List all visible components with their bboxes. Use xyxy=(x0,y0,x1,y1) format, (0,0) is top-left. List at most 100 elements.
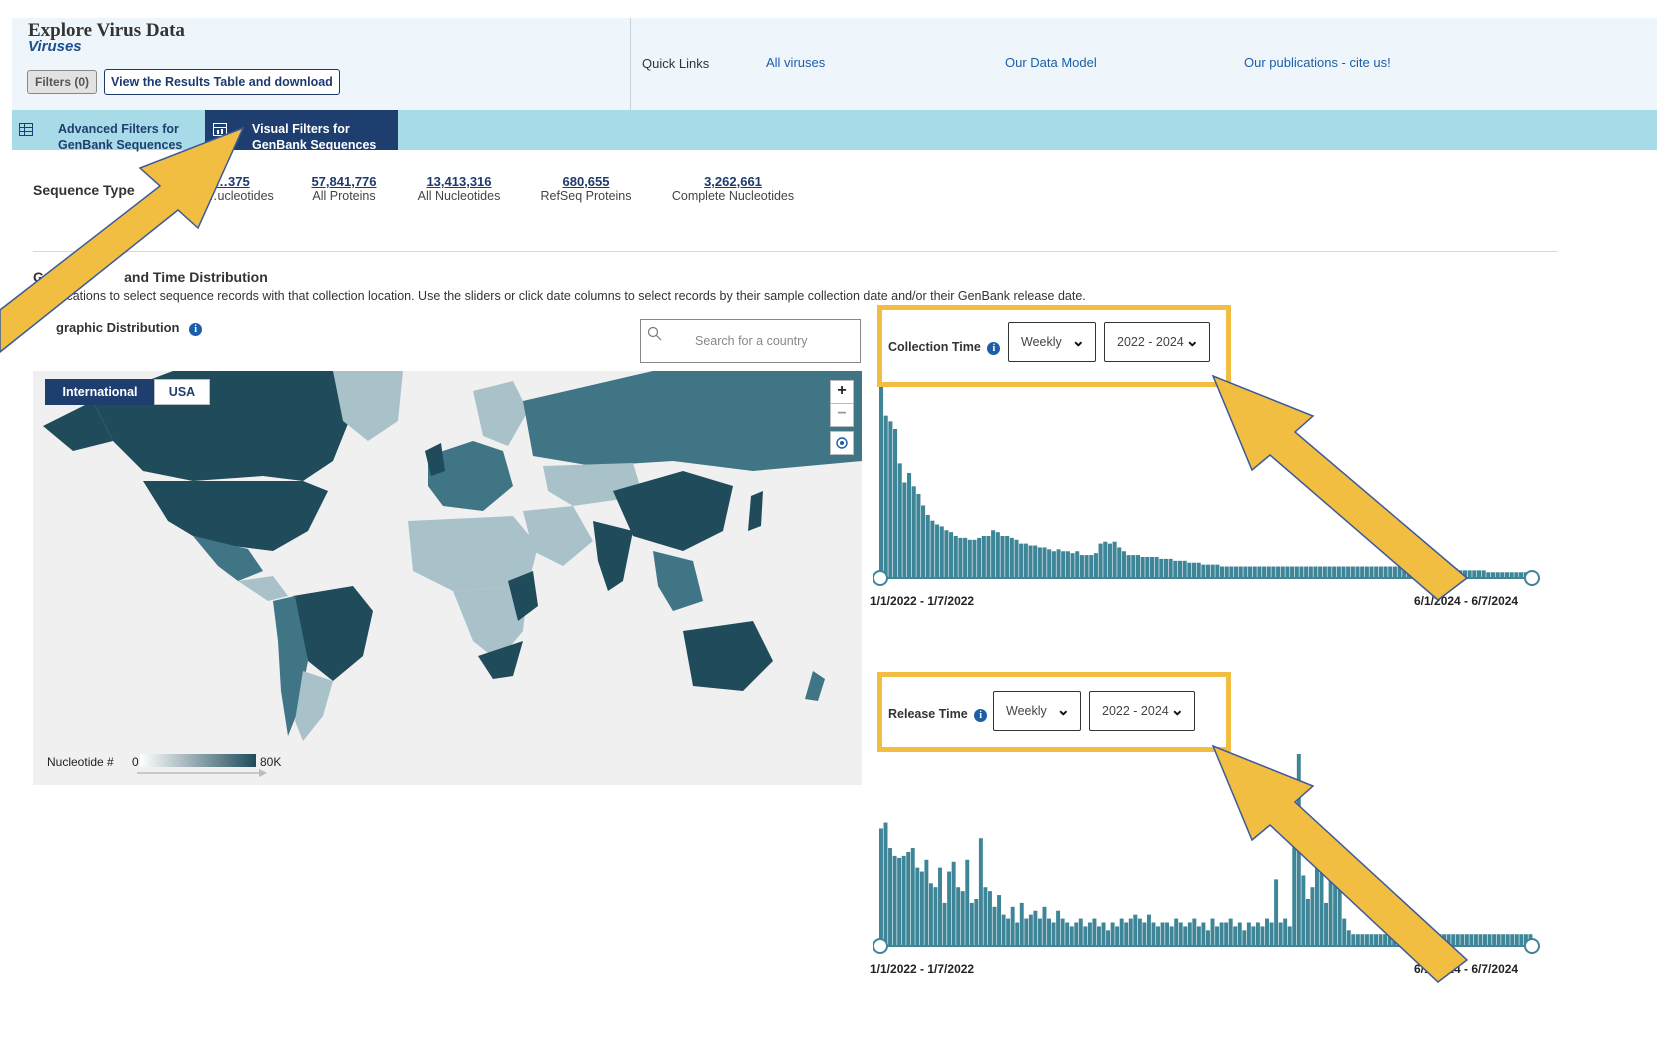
histogram-bar[interactable] xyxy=(1383,934,1388,946)
map-tab-international[interactable]: International xyxy=(45,379,155,405)
histogram-bar[interactable] xyxy=(1001,914,1006,946)
histogram-bar[interactable] xyxy=(921,505,926,578)
histogram-bar[interactable] xyxy=(1124,922,1129,946)
histogram-bar[interactable] xyxy=(1140,556,1145,578)
histogram-bar[interactable] xyxy=(1360,934,1365,946)
histogram-bar[interactable] xyxy=(1010,906,1015,946)
histogram-bar[interactable] xyxy=(1084,555,1089,578)
histogram-bar[interactable] xyxy=(1005,535,1010,578)
histogram-bar[interactable] xyxy=(1496,934,1501,946)
histogram-bar[interactable] xyxy=(1037,547,1042,578)
histogram-bar[interactable] xyxy=(1219,922,1224,946)
histogram-bar[interactable] xyxy=(897,463,902,578)
histogram-bar[interactable] xyxy=(992,906,997,946)
histogram-bar[interactable] xyxy=(1252,566,1257,578)
histogram-bar[interactable] xyxy=(958,537,963,578)
collection-time-chart[interactable] xyxy=(873,385,1543,590)
histogram-bar[interactable] xyxy=(1478,934,1483,946)
locate-button[interactable] xyxy=(830,431,854,455)
histogram-bar[interactable] xyxy=(1098,543,1103,578)
histogram-bar[interactable] xyxy=(1137,918,1142,946)
histogram-bar[interactable] xyxy=(925,514,930,578)
histogram-bar[interactable] xyxy=(915,867,920,946)
histogram-bar[interactable] xyxy=(1308,566,1313,578)
histogram-bar[interactable] xyxy=(901,855,906,946)
histogram-bar[interactable] xyxy=(1224,922,1229,946)
histogram-bar[interactable] xyxy=(1215,926,1220,946)
histogram-bar[interactable] xyxy=(1023,543,1028,578)
histogram-bar[interactable] xyxy=(1033,545,1038,578)
histogram-bar[interactable] xyxy=(1387,934,1392,946)
filters-button[interactable]: Filters (0) xyxy=(27,70,98,94)
histogram-bar[interactable] xyxy=(1173,560,1178,578)
histogram-bar[interactable] xyxy=(1473,934,1478,946)
histogram-bar[interactable] xyxy=(1337,875,1342,946)
histogram-bar[interactable] xyxy=(949,532,954,578)
histogram-bar[interactable] xyxy=(1364,934,1369,946)
histogram-bar[interactable] xyxy=(1271,566,1276,578)
histogram-bar[interactable] xyxy=(1019,543,1024,578)
histogram-bar[interactable] xyxy=(1260,926,1265,946)
histogram-bar[interactable] xyxy=(1142,922,1147,946)
histogram-bar[interactable] xyxy=(1238,566,1243,578)
histogram-bar[interactable] xyxy=(1397,566,1402,578)
histogram-bar[interactable] xyxy=(1160,922,1165,946)
histogram-bar[interactable] xyxy=(1047,918,1051,946)
histogram-bar[interactable] xyxy=(1414,934,1419,946)
histogram-bar[interactable] xyxy=(1087,922,1092,946)
histogram-bar[interactable] xyxy=(1360,566,1365,578)
histogram-bar[interactable] xyxy=(1448,568,1453,578)
release-range-select[interactable]: 2022 - 2024 ⌄ xyxy=(1089,691,1195,731)
histogram-bar[interactable] xyxy=(1083,926,1088,946)
histogram-bar[interactable] xyxy=(1246,922,1251,946)
histogram-bar[interactable] xyxy=(1206,930,1210,946)
histogram-bar[interactable] xyxy=(1301,875,1306,946)
histogram-bar[interactable] xyxy=(1069,926,1074,946)
histogram-bar[interactable] xyxy=(983,887,988,946)
histogram-bar[interactable] xyxy=(1192,918,1197,946)
histogram-bar[interactable] xyxy=(1369,566,1374,578)
histogram-bar[interactable] xyxy=(1060,918,1065,946)
histogram-bar[interactable] xyxy=(951,861,956,946)
histogram-bar[interactable] xyxy=(956,887,961,946)
histogram-bar[interactable] xyxy=(1369,934,1374,946)
sequence-type-item[interactable]: 3,262,661 Complete Nucleotides xyxy=(666,174,800,203)
histogram-bar[interactable] xyxy=(1210,918,1215,946)
histogram-bar[interactable] xyxy=(1294,566,1299,578)
histogram-bar[interactable] xyxy=(1428,934,1433,946)
histogram-bar[interactable] xyxy=(1112,541,1117,578)
histogram-bar[interactable] xyxy=(1290,566,1295,578)
histogram-bar[interactable] xyxy=(1410,934,1415,946)
histogram-bar[interactable] xyxy=(1346,930,1351,946)
histogram-bar[interactable] xyxy=(1251,926,1256,946)
results-table-button[interactable]: View the Results Table and download xyxy=(104,69,340,95)
histogram-bar[interactable] xyxy=(1444,568,1449,578)
histogram-bar[interactable] xyxy=(1283,918,1288,946)
histogram-bar[interactable] xyxy=(930,520,935,578)
histogram-bar[interactable] xyxy=(1439,566,1444,578)
histogram-bar[interactable] xyxy=(1420,566,1425,578)
histogram-bar[interactable] xyxy=(1411,566,1416,578)
histogram-bar[interactable] xyxy=(924,859,929,946)
histogram-bar[interactable] xyxy=(1169,926,1174,946)
histogram-bar[interactable] xyxy=(1056,910,1061,946)
histogram-bar[interactable] xyxy=(1115,926,1120,946)
sequence-count[interactable]: 3,262,661 xyxy=(666,174,800,189)
histogram-bar[interactable] xyxy=(1117,547,1122,578)
histogram-bar[interactable] xyxy=(1262,566,1267,578)
histogram-bar[interactable] xyxy=(1243,566,1248,578)
histogram-bar[interactable] xyxy=(1079,555,1084,578)
histogram-bar[interactable] xyxy=(1187,922,1192,946)
zoom-out-button[interactable]: − xyxy=(830,403,854,427)
histogram-bar[interactable] xyxy=(1469,934,1474,946)
histogram-bar[interactable] xyxy=(1019,902,1024,946)
sequence-type-item[interactable]: 680,655 RefSeq Proteins xyxy=(536,174,636,203)
histogram-bar[interactable] xyxy=(1177,560,1183,578)
histogram-bar[interactable] xyxy=(1191,562,1197,578)
histogram-bar[interactable] xyxy=(1285,566,1290,578)
histogram-bar[interactable] xyxy=(1266,566,1271,578)
histogram-bar[interactable] xyxy=(1151,922,1156,946)
histogram-bar[interactable] xyxy=(1483,934,1487,946)
histogram-bar[interactable] xyxy=(1355,566,1360,578)
histogram-bar[interactable] xyxy=(1433,934,1438,946)
